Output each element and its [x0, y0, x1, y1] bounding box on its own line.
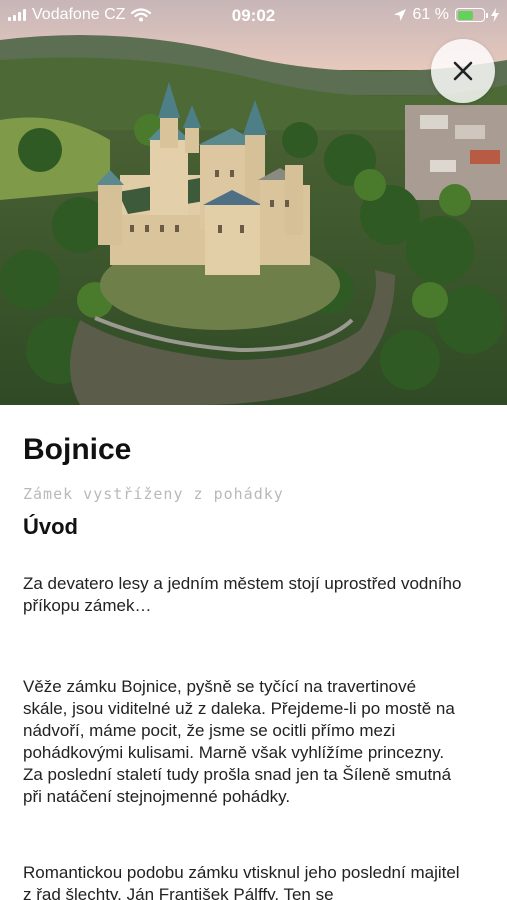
battery-icon — [455, 8, 488, 22]
close-icon — [453, 61, 473, 81]
charging-bolt-icon — [491, 8, 499, 22]
paragraph: Romantickou podobu zámku vtisknul jeho p… — [23, 863, 460, 900]
status-bar: Vodafone CZ 09:02 61 % — [0, 0, 507, 32]
paragraph: Věže zámku Bojnice, pyšně se tyčící na t… — [23, 677, 455, 806]
location-arrow-icon — [393, 9, 406, 21]
article-title: Bojnice — [23, 433, 132, 466]
castle-photo — [0, 0, 507, 405]
close-button[interactable] — [431, 39, 495, 103]
section-heading: Úvod — [23, 514, 78, 539]
article-content: Bojnice Zámek vystříženy z pohádky Úvod … — [0, 405, 507, 900]
hero-image — [0, 0, 507, 405]
article-subtitle: Zámek vystříženy z pohádky — [23, 485, 284, 503]
status-right: 61 % — [393, 6, 499, 24]
battery-fill — [457, 10, 473, 20]
paragraph: Za devatero lesy a jedním městem stojí u… — [23, 574, 462, 615]
battery-percent: 61 % — [412, 6, 449, 23]
